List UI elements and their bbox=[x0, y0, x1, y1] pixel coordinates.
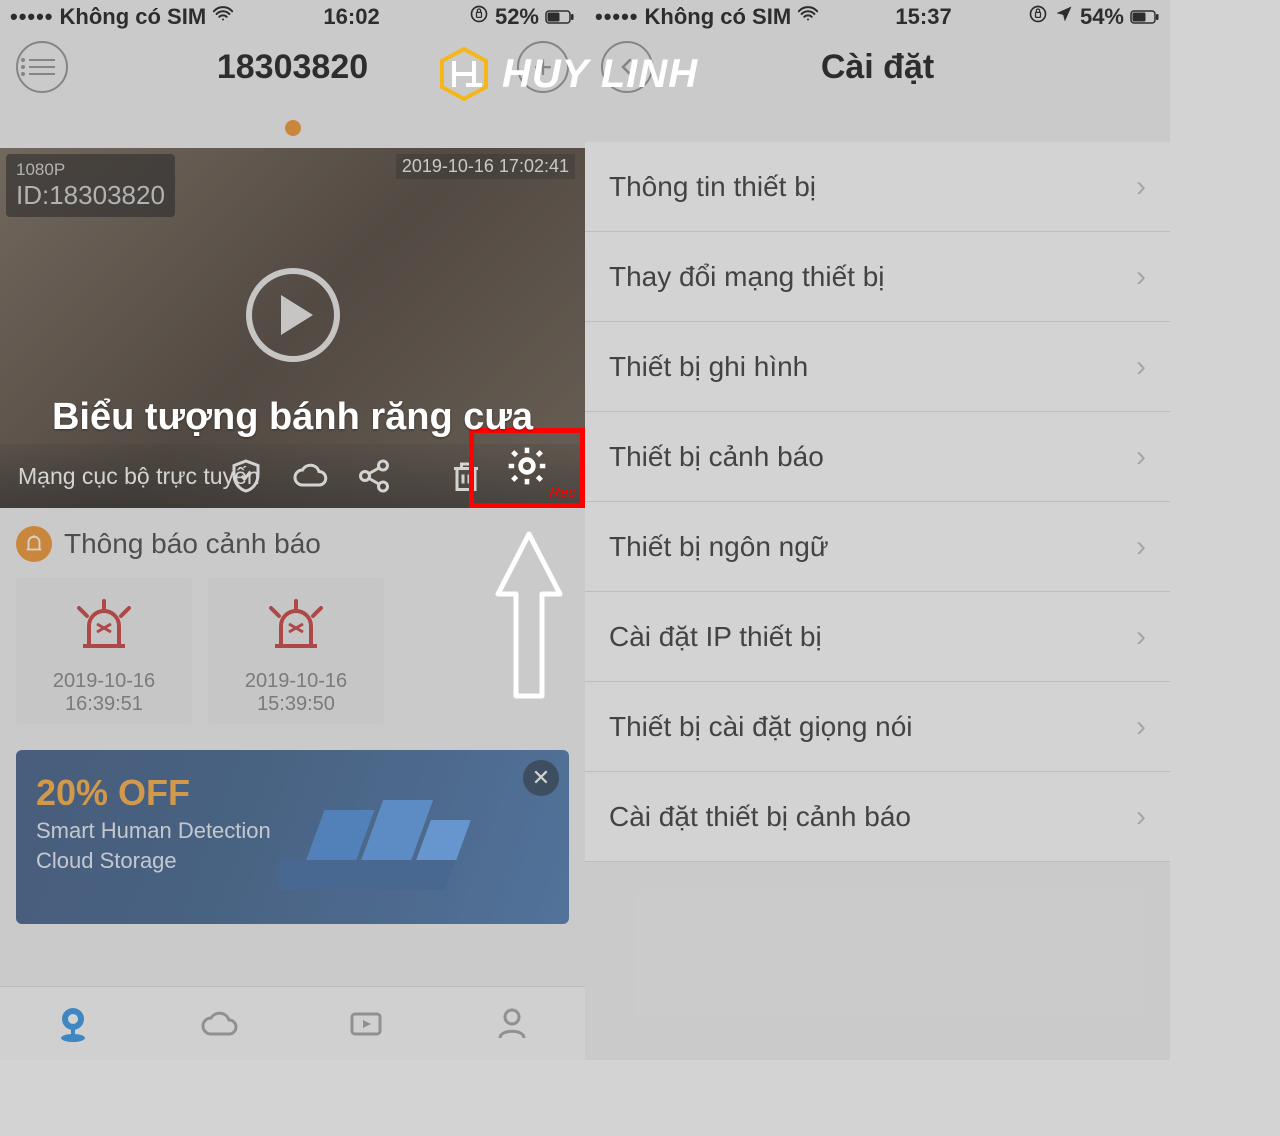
tab-cloud[interactable] bbox=[199, 1004, 239, 1044]
tabbar bbox=[0, 986, 585, 1060]
time-label: 16:02 bbox=[323, 4, 379, 30]
time-label: 15:37 bbox=[895, 4, 951, 30]
banner-illustration bbox=[279, 770, 509, 910]
indicator-dot bbox=[285, 120, 301, 136]
chevron-right-icon: › bbox=[1136, 620, 1146, 654]
settings-item-alert-settings[interactable]: Cài đặt thiết bị cảnh báo› bbox=[585, 772, 1170, 862]
shield-icon[interactable] bbox=[228, 457, 264, 495]
battery-icon bbox=[545, 4, 575, 30]
chevron-right-icon: › bbox=[1136, 170, 1146, 204]
carrier-label: Không có SIM bbox=[60, 4, 207, 30]
promo-banner[interactable]: ✕ 20% OFF Smart Human Detection Cloud St… bbox=[16, 750, 569, 924]
settings-item-alert[interactable]: Thiết bị cảnh báo› bbox=[585, 412, 1170, 502]
device-title: 18303820 bbox=[217, 48, 368, 87]
alert-timestamp: 2019-10-16 15:39:50 bbox=[208, 670, 384, 716]
chevron-right-icon: › bbox=[1136, 260, 1146, 294]
chevron-right-icon: › bbox=[1136, 710, 1146, 744]
annotation-label: Biểu tượng bánh răng cưa bbox=[0, 396, 585, 439]
siren-icon bbox=[261, 598, 331, 652]
statusbar-left: ••••• Không có SIM 16:02 52% bbox=[0, 0, 585, 34]
siren-icon bbox=[69, 598, 139, 652]
camera-icon bbox=[53, 1004, 93, 1044]
wifi-icon bbox=[797, 3, 819, 31]
settings-item-voice[interactable]: Thiết bị cài đặt giọng nói› bbox=[585, 682, 1170, 772]
person-icon bbox=[492, 1004, 532, 1044]
resolution-badge: 1080P ID:18303820 bbox=[6, 154, 175, 217]
rotation-lock-icon bbox=[1028, 4, 1048, 30]
tab-profile[interactable] bbox=[492, 1004, 532, 1044]
settings-item-language[interactable]: Thiết bị ngôn ngữ› bbox=[585, 502, 1170, 592]
video-icon bbox=[346, 1004, 386, 1044]
tab-devices[interactable] bbox=[53, 1004, 93, 1044]
settings-item-recording[interactable]: Thiết bị ghi hình› bbox=[585, 322, 1170, 412]
chevron-right-icon: › bbox=[1136, 440, 1146, 474]
alert-card[interactable]: 2019-10-16 15:39:50 bbox=[208, 578, 384, 724]
settings-item-change-network[interactable]: Thay đổi mạng thiết bị› bbox=[585, 232, 1170, 322]
rotation-lock-icon bbox=[469, 4, 489, 30]
alert-timestamp: 2019-10-16 16:39:51 bbox=[16, 670, 192, 716]
logo-icon bbox=[436, 46, 492, 102]
cloud-icon[interactable] bbox=[292, 457, 328, 495]
share-icon[interactable] bbox=[356, 457, 392, 495]
phone-left: ••••• Không có SIM 16:02 52% 1 bbox=[0, 0, 585, 1060]
settings-list: Thông tin thiết bị› Thay đổi mạng thiết … bbox=[585, 142, 1170, 862]
battery-percent: 52% bbox=[495, 4, 539, 30]
battery-percent: 54% bbox=[1080, 4, 1124, 30]
arrow-up-icon bbox=[494, 530, 564, 705]
watermark-logo: HUY LINH bbox=[436, 46, 698, 102]
menu-button[interactable] bbox=[16, 41, 68, 93]
cloud-icon bbox=[199, 1004, 239, 1044]
alert-badge-icon bbox=[16, 526, 52, 562]
connection-status: Mạng cục bộ trực tuyến bbox=[18, 463, 260, 490]
gear-icon[interactable] bbox=[505, 444, 549, 493]
tab-video[interactable] bbox=[346, 1004, 386, 1044]
logo-text: HUY LINH bbox=[502, 52, 698, 97]
location-icon bbox=[1054, 4, 1074, 30]
rec-label: Rec bbox=[549, 484, 576, 501]
wifi-icon bbox=[212, 3, 234, 31]
signal-dots-icon: ••••• bbox=[595, 4, 639, 30]
signal-dots-icon: ••••• bbox=[10, 4, 54, 30]
menu-icon bbox=[29, 59, 55, 75]
chevron-right-icon: › bbox=[1136, 530, 1146, 564]
settings-item-device-info[interactable]: Thông tin thiết bị› bbox=[585, 142, 1170, 232]
phone-right: ••••• Không có SIM 15:37 54% bbox=[585, 0, 1170, 1060]
page-title: Cài đặt bbox=[821, 48, 934, 87]
battery-icon bbox=[1130, 4, 1160, 30]
video-preview[interactable]: 1080P ID:18303820 2019-10-16 17:02:41 Mạ… bbox=[0, 148, 585, 508]
close-icon[interactable]: ✕ bbox=[523, 760, 559, 796]
video-timestamp: 2019-10-16 17:02:41 bbox=[396, 154, 575, 179]
chevron-right-icon: › bbox=[1136, 350, 1146, 384]
play-icon bbox=[281, 295, 313, 335]
play-button[interactable] bbox=[246, 268, 340, 362]
alert-card[interactable]: 2019-10-16 16:39:51 bbox=[16, 578, 192, 724]
settings-item-ip[interactable]: Cài đặt IP thiết bị› bbox=[585, 592, 1170, 682]
statusbar-right: ••••• Không có SIM 15:37 54% bbox=[585, 0, 1170, 34]
alert-section-title: Thông báo cảnh báo bbox=[64, 528, 321, 560]
gear-highlight-box: Rec bbox=[469, 428, 585, 508]
chevron-right-icon: › bbox=[1136, 800, 1146, 834]
carrier-label: Không có SIM bbox=[645, 4, 792, 30]
